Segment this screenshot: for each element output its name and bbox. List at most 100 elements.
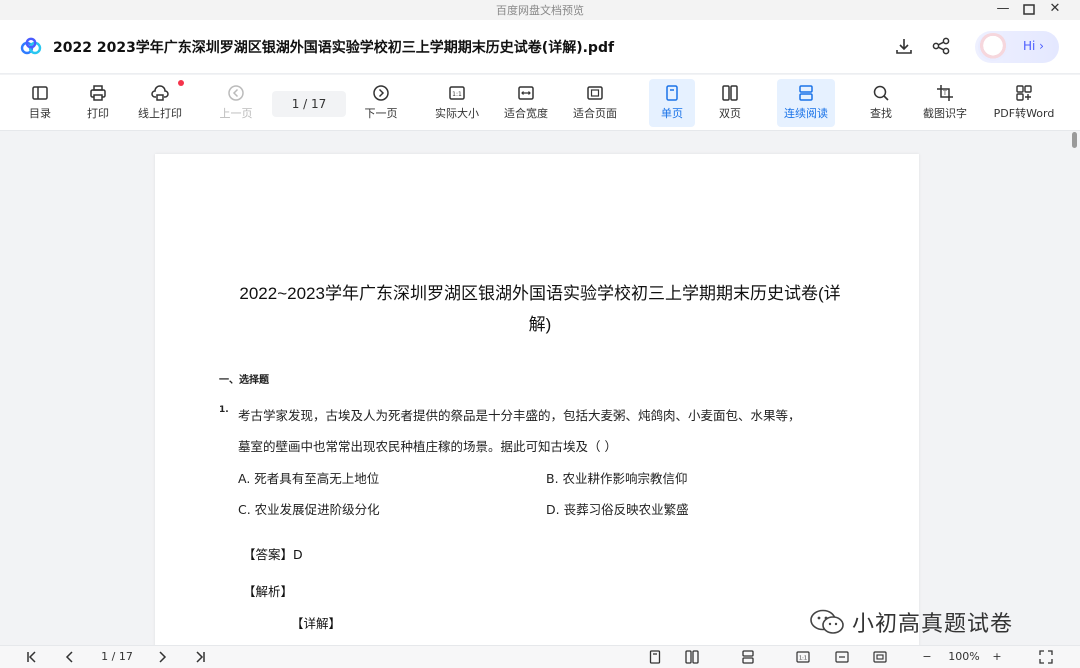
double-page-icon bbox=[722, 85, 738, 101]
prev-page-button[interactable]: 上一页 bbox=[216, 79, 256, 127]
print-label: 打印 bbox=[87, 107, 109, 120]
share-icon[interactable] bbox=[931, 36, 951, 56]
fit-page-label: 适合页面 bbox=[573, 107, 617, 120]
status-continuous-button[interactable] bbox=[740, 649, 756, 665]
app-title: 百度网盘文档预览 bbox=[496, 4, 584, 17]
single-page-label: 单页 bbox=[661, 107, 683, 120]
zoom-in-button[interactable]: + bbox=[990, 649, 1004, 665]
status-next-button[interactable] bbox=[154, 649, 170, 665]
continuous-icon bbox=[799, 85, 813, 101]
watermark-text: 小初高真题试卷 bbox=[852, 612, 1014, 637]
viewer-toolbar: 目录 打印 线上打印 上一页 下一页 1:1 实际大小 适合宽度 适合页面 单页… bbox=[0, 75, 1080, 131]
chevron-right-icon bbox=[159, 651, 167, 663]
actual-size-icon: 1:1 bbox=[796, 651, 810, 663]
double-page-icon bbox=[685, 650, 699, 664]
next-page-label: 下一页 bbox=[364, 107, 398, 120]
status-actual-size-button[interactable]: 1:1 bbox=[795, 649, 811, 665]
minimize-button[interactable]: — bbox=[993, 1, 1013, 16]
assistant-label: Hi › bbox=[1023, 39, 1044, 53]
question-text-line2: 墓室的壁画中也常常出现农民种植庄稼的场景。据此可知古埃及（ ） bbox=[238, 439, 617, 454]
cloud-print-icon bbox=[151, 85, 169, 101]
single-page-button[interactable]: 单页 bbox=[649, 79, 695, 127]
single-page-icon bbox=[649, 650, 661, 664]
continuous-icon bbox=[742, 650, 754, 664]
fit-page-button[interactable]: 适合页面 bbox=[569, 79, 621, 127]
status-single-page-button[interactable] bbox=[647, 649, 663, 665]
watermark: 小初高真题试卷 bbox=[808, 605, 1013, 639]
svg-text:1:1: 1:1 bbox=[452, 91, 462, 98]
answer-label: 【答案】 bbox=[243, 547, 294, 562]
window-titlebar: 百度网盘文档预览 — ✕ bbox=[0, 0, 1080, 20]
status-bar: 1 / 17 1:1 − 100% + bbox=[0, 645, 1080, 668]
notification-dot bbox=[178, 80, 184, 86]
pdf-to-word-label: PDF转Word bbox=[993, 107, 1055, 120]
actual-size-label: 实际大小 bbox=[435, 107, 479, 120]
double-page-button[interactable]: 双页 bbox=[710, 79, 750, 127]
find-label: 查找 bbox=[870, 107, 892, 120]
chevron-left-icon bbox=[65, 651, 73, 663]
prev-page-icon bbox=[228, 85, 244, 101]
continuous-read-label: 连续阅读 bbox=[784, 107, 828, 120]
section-title: 一、选择题 bbox=[219, 375, 269, 386]
answer-value: D bbox=[293, 547, 303, 562]
option-d: D. 丧葬习俗反映农业繁盛 bbox=[546, 502, 689, 517]
option-b: B. 农业耕作影响宗教信仰 bbox=[546, 471, 688, 486]
scrollbar-thumb[interactable] bbox=[1072, 132, 1077, 148]
online-print-button[interactable]: 线上打印 bbox=[134, 79, 186, 127]
status-double-page-button[interactable] bbox=[684, 649, 700, 665]
double-page-label: 双页 bbox=[719, 107, 741, 120]
zoom-level[interactable]: 100% bbox=[944, 649, 984, 665]
assistant-button[interactable]: Hi › bbox=[975, 31, 1059, 63]
find-button[interactable]: 查找 bbox=[862, 79, 900, 127]
fit-page-icon bbox=[873, 651, 887, 663]
close-button[interactable]: ✕ bbox=[1045, 1, 1065, 16]
toc-button[interactable]: 目录 bbox=[22, 79, 58, 127]
first-page-button[interactable] bbox=[24, 649, 40, 665]
exam-title-line1: 2022~2023学年广东深圳罗湖区银湖外国语实验学校初三上学期期末历史试卷(详 bbox=[239, 284, 841, 303]
prev-page-label: 上一页 bbox=[219, 107, 253, 120]
toc-icon bbox=[32, 86, 48, 100]
fit-width-label: 适合宽度 bbox=[504, 107, 548, 120]
first-page-icon bbox=[27, 651, 36, 663]
fullscreen-button[interactable] bbox=[1038, 649, 1054, 665]
next-page-icon bbox=[373, 85, 389, 101]
status-page-indicator: 1 / 17 bbox=[101, 650, 133, 663]
continuous-read-button[interactable]: 连续阅读 bbox=[777, 79, 835, 127]
actual-size-icon: 1:1 bbox=[449, 86, 465, 100]
fullscreen-icon bbox=[1039, 650, 1053, 664]
question-text-line1: 考古学家发现，古埃及人为死者提供的祭品是十分丰盛的，包括大麦粥、炖鸽肉、小麦面包… bbox=[238, 408, 801, 423]
document-title: 2022 2023学年广东深圳罗湖区银湖外国语实验学校初三上学期期末历史试卷(详… bbox=[53, 40, 615, 56]
document-header: 2022 2023学年广东深圳罗湖区银湖外国语实验学校初三上学期期末历史试卷(详… bbox=[0, 20, 1080, 74]
detail-label: 【详解】 bbox=[291, 616, 342, 631]
actual-size-button[interactable]: 1:1 实际大小 bbox=[431, 79, 483, 127]
baidu-netdisk-logo-icon bbox=[20, 37, 42, 55]
single-page-icon bbox=[666, 85, 678, 101]
pdf-to-word-icon bbox=[1016, 85, 1032, 101]
fit-width-button[interactable]: 适合宽度 bbox=[500, 79, 552, 127]
next-page-button[interactable]: 下一页 bbox=[361, 79, 401, 127]
screenshot-ocr-label: 截图识字 bbox=[923, 107, 967, 120]
search-icon bbox=[873, 85, 889, 101]
last-page-button[interactable] bbox=[192, 649, 208, 665]
status-fit-width-button[interactable] bbox=[834, 649, 850, 665]
document-viewer[interactable]: 2022~2023学年广东深圳罗湖区银湖外国语实验学校初三上学期期末历史试卷(详… bbox=[0, 132, 1070, 645]
pdf-page: 2022~2023学年广东深圳罗湖区银湖外国语实验学校初三上学期期末历史试卷(详… bbox=[155, 154, 919, 645]
exam-title: 2022~2023学年广东深圳罗湖区银湖外国语实验学校初三上学期期末历史试卷(详… bbox=[215, 278, 865, 340]
status-fit-page-button[interactable] bbox=[872, 649, 888, 665]
zoom-out-button[interactable]: − bbox=[920, 649, 934, 665]
option-a: A. 死者具有至高无上地位 bbox=[238, 471, 380, 486]
status-prev-button[interactable] bbox=[62, 649, 78, 665]
page-number-input[interactable]: 1 / 17 bbox=[272, 91, 346, 117]
screenshot-ocr-button[interactable]: T 截图识字 bbox=[918, 79, 972, 127]
download-icon[interactable] bbox=[894, 36, 914, 56]
pdf-to-word-button[interactable]: PDF转Word bbox=[989, 79, 1059, 127]
fit-width-icon bbox=[835, 651, 849, 663]
maximize-button[interactable] bbox=[1019, 1, 1039, 20]
question-number: 1. bbox=[219, 405, 229, 415]
option-c: C. 农业发展促进阶级分化 bbox=[238, 502, 380, 517]
vertical-scrollbar[interactable] bbox=[1070, 132, 1080, 645]
last-page-icon bbox=[196, 651, 205, 663]
print-icon bbox=[90, 85, 106, 101]
print-button[interactable]: 打印 bbox=[80, 79, 116, 127]
svg-text:T: T bbox=[942, 90, 947, 97]
